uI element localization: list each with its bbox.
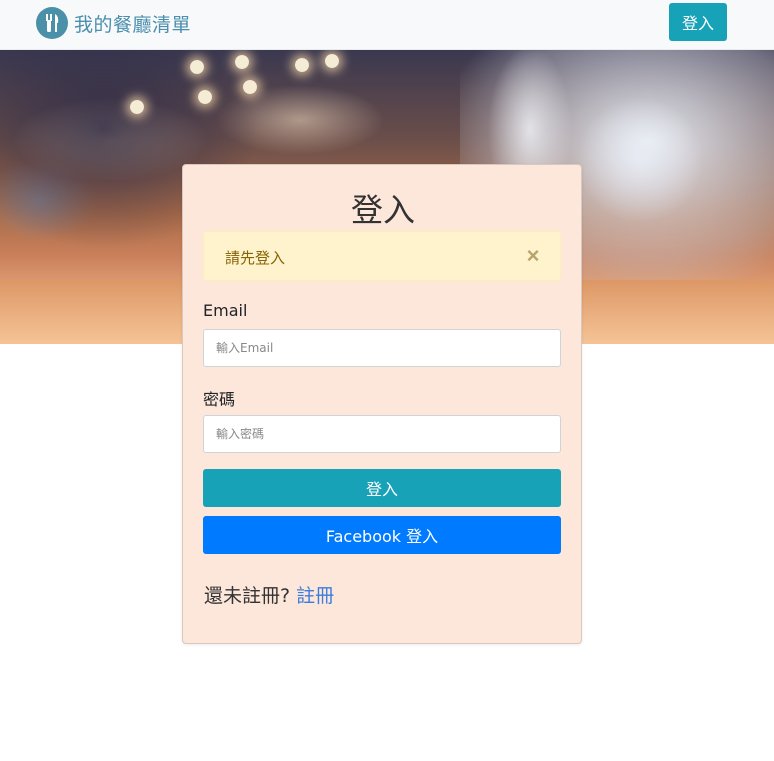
login-alert: 請先登入 × [203,231,561,281]
brand-title: 我的餐廳清單 [74,13,192,36]
utensils-icon [36,7,68,39]
brand-link[interactable]: 我的餐廳清單 [36,7,191,39]
hero-light [295,58,309,72]
email-label: Email [203,301,248,320]
hero-light [243,80,257,94]
password-field[interactable] [203,415,561,453]
signup-row: 還未註冊? 註冊 [204,581,334,608]
hero-light [198,90,212,104]
signup-prompt: 還未註冊? [204,585,291,607]
signup-link[interactable]: 註冊 [296,585,334,607]
login-card: 登入 請先登入 × Email 密碼 登入 Facebook 登入 還未註冊? … [182,164,582,644]
facebook-login-button[interactable]: Facebook 登入 [203,516,561,554]
navbar: 我的餐廳清單 登入 [0,0,774,50]
alert-message: 請先登入 [225,249,286,267]
hero-light [130,100,144,114]
login-title: 登入 [350,191,415,229]
password-label: 密碼 [203,390,236,409]
hero-light [190,60,204,74]
hero-light [235,55,249,69]
nav-login-button[interactable]: 登入 [669,3,727,41]
email-field[interactable] [203,329,561,367]
login-submit-button[interactable]: 登入 [203,469,561,507]
hero-light [325,54,339,68]
close-icon[interactable]: × [522,244,544,268]
